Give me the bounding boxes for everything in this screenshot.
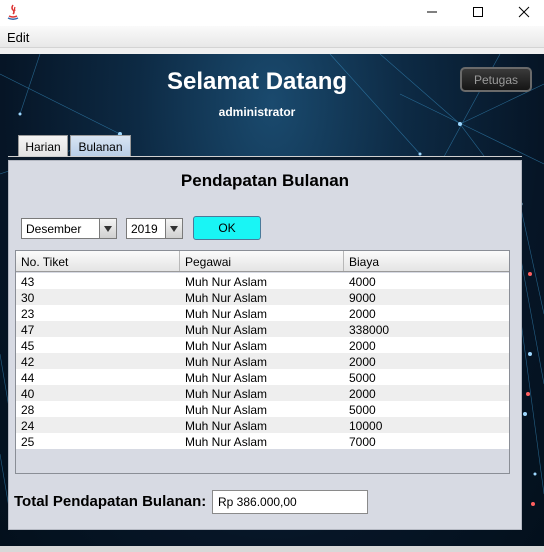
cell-pegawai: Muh Nur Aslam: [185, 339, 268, 353]
table-row[interactable]: 25 Muh Nur Aslam 7000: [16, 433, 509, 449]
window-titlebar: [0, 0, 544, 26]
table-row[interactable]: 23 Muh Nur Aslam 2000: [16, 305, 509, 321]
cell-no-tiket: 43: [21, 275, 35, 289]
table-row[interactable]: 24 Muh Nur Aslam 10000: [16, 417, 509, 433]
minimize-icon: [427, 11, 437, 13]
table-row[interactable]: 44 Muh Nur Aslam 5000: [16, 369, 509, 385]
cell-pegawai: Muh Nur Aslam: [185, 419, 268, 433]
table-row[interactable]: 40 Muh Nur Aslam 2000: [16, 385, 509, 401]
cell-pegawai: Muh Nur Aslam: [185, 371, 268, 385]
table-row[interactable]: 45 Muh Nur Aslam 2000: [16, 337, 509, 353]
cell-biaya: 338000: [349, 323, 390, 337]
menu-bar: Edit: [0, 26, 544, 48]
cell-biaya: 5000: [349, 403, 376, 417]
table-body: 43 Muh Nur Aslam 4000 30 Muh Nur Aslam 9000 23…: [16, 273, 509, 449]
month-select[interactable]: Desember: [21, 218, 117, 239]
tab-harian[interactable]: Harian: [18, 135, 68, 157]
year-select-value: 2019: [131, 222, 158, 236]
cell-biaya: 4000: [349, 275, 376, 289]
cell-biaya: 10000: [349, 419, 383, 433]
cell-biaya: 2000: [349, 339, 376, 353]
table-row[interactable]: 42 Muh Nur Aslam 2000: [16, 353, 509, 369]
user-name-label: administrator: [218, 105, 296, 119]
total-value-field[interactable]: Rp 386.000,00: [212, 490, 368, 514]
table-header: No. Tiket Pegawai Biaya: [16, 251, 509, 272]
table-row[interactable]: 47 Muh Nur Aslam 338000: [16, 321, 509, 337]
cell-biaya: 5000: [349, 371, 376, 385]
month-select-value: Desember: [26, 222, 82, 236]
cell-pegawai: Muh Nur Aslam: [185, 323, 268, 337]
cell-biaya: 7000: [349, 435, 376, 449]
cell-no-tiket: 42: [21, 355, 35, 369]
maximize-button[interactable]: [456, 0, 500, 24]
window-bottom-edge: [0, 546, 544, 552]
cell-no-tiket: 47: [21, 323, 35, 337]
minimize-button[interactable]: [410, 0, 454, 24]
panel-title: Pendapatan Bulanan: [180, 171, 350, 190]
ok-button[interactable]: OK: [193, 216, 261, 240]
cell-pegawai: Muh Nur Aslam: [185, 275, 268, 289]
cell-no-tiket: 40: [21, 387, 35, 401]
chevron-down-icon[interactable]: [99, 219, 116, 238]
cell-no-tiket: 24: [21, 419, 35, 433]
cell-pegawai: Muh Nur Aslam: [185, 387, 268, 401]
year-select[interactable]: 2019: [126, 218, 183, 239]
tab-bulanan[interactable]: Bulanan: [70, 135, 131, 157]
cell-no-tiket: 28: [21, 403, 35, 417]
cell-pegawai: Muh Nur Aslam: [185, 307, 268, 321]
cell-biaya: 2000: [349, 387, 376, 401]
cell-pegawai: Muh Nur Aslam: [185, 291, 268, 305]
java-icon: [5, 3, 21, 21]
column-header-pegawai[interactable]: Pegawai: [180, 251, 344, 271]
welcome-title: Selamat Datang: [166, 68, 348, 95]
cell-pegawai: Muh Nur Aslam: [185, 435, 268, 449]
table-row[interactable]: 28 Muh Nur Aslam 5000: [16, 401, 509, 417]
table-row[interactable]: 43 Muh Nur Aslam 4000: [16, 273, 509, 289]
income-table: No. Tiket Pegawai Biaya 43 Muh Nur Aslam 4…: [15, 250, 510, 474]
cell-pegawai: Muh Nur Aslam: [185, 403, 268, 417]
column-header-biaya[interactable]: Biaya: [344, 251, 509, 271]
cell-no-tiket: 30: [21, 291, 35, 305]
total-label: Total Pendapatan Bulanan:: [14, 493, 207, 510]
close-button[interactable]: [502, 0, 544, 24]
maximize-icon: [473, 7, 483, 17]
cell-no-tiket: 45: [21, 339, 35, 353]
table-row[interactable]: 30 Muh Nur Aslam 9000: [16, 289, 509, 305]
cell-biaya: 2000: [349, 307, 376, 321]
cell-biaya: 9000: [349, 291, 376, 305]
cell-no-tiket: 23: [21, 307, 35, 321]
close-icon: [518, 6, 530, 18]
cell-biaya: 2000: [349, 355, 376, 369]
cell-no-tiket: 44: [21, 371, 35, 385]
column-header-no-tiket[interactable]: No. Tiket: [16, 251, 180, 271]
menu-edit[interactable]: Edit: [7, 30, 29, 45]
cell-no-tiket: 25: [21, 435, 35, 449]
chevron-down-icon[interactable]: [165, 219, 182, 238]
cell-pegawai: Muh Nur Aslam: [185, 355, 268, 369]
petugas-button[interactable]: Petugas: [460, 67, 532, 92]
